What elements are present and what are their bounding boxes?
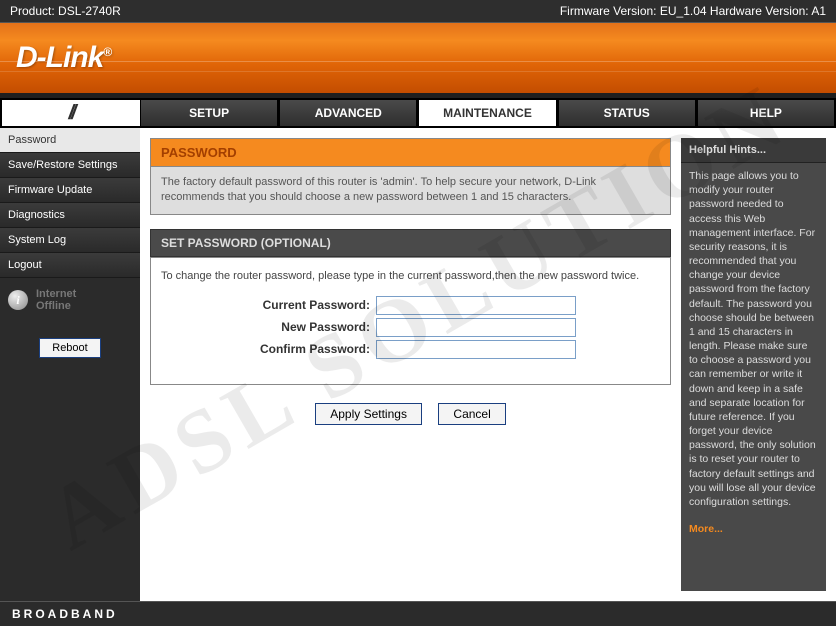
sidebar: Password Save/Restore Settings Firmware … (0, 128, 140, 601)
hints-more-link[interactable]: More... (681, 515, 826, 543)
sidebar-item-save-restore[interactable]: Save/Restore Settings (0, 153, 140, 178)
nav-slash-icon: // (0, 98, 140, 128)
sidebar-item-password[interactable]: Password (0, 128, 140, 153)
tab-status[interactable]: STATUS (558, 98, 697, 128)
hardware-label: Hardware Version: (710, 4, 809, 18)
product-label: Product: (10, 4, 55, 18)
firmware-value: EU_1.04 (660, 4, 707, 18)
sidebar-item-systemlog[interactable]: System Log (0, 228, 140, 253)
status-line1: Internet (36, 288, 76, 300)
version-info: Firmware Version: EU_1.04 Hardware Versi… (560, 4, 826, 18)
brand-text: D-Link (16, 41, 103, 74)
current-password-input[interactable] (376, 296, 576, 315)
banner: D-Link® (0, 23, 836, 93)
registered-mark: ® (103, 45, 111, 59)
tab-help[interactable]: HELP (697, 98, 836, 128)
tab-maintenance[interactable]: MAINTENANCE (418, 98, 557, 128)
internet-status: i Internet Offline (0, 278, 140, 322)
main-nav: // SETUP ADVANCED MAINTENANCE STATUS HEL… (0, 98, 836, 128)
confirm-password-label: Confirm Password: (161, 342, 376, 356)
reboot-button[interactable]: Reboot (39, 338, 100, 358)
page-description: The factory default password of this rou… (150, 166, 671, 215)
page-title: PASSWORD (150, 138, 671, 166)
cancel-button[interactable]: Cancel (438, 403, 505, 425)
tab-advanced[interactable]: ADVANCED (279, 98, 418, 128)
form-instruction: To change the router password, please ty… (161, 270, 660, 282)
button-row: Apply Settings Cancel (150, 385, 671, 443)
confirm-password-input[interactable] (376, 340, 576, 359)
brand-logo: D-Link® (16, 41, 111, 75)
sidebar-item-firmware[interactable]: Firmware Update (0, 178, 140, 203)
new-password-label: New Password: (161, 320, 376, 334)
topbar: Product: DSL-2740R Firmware Version: EU_… (0, 0, 836, 23)
current-password-label: Current Password: (161, 298, 376, 312)
sidebar-item-logout[interactable]: Logout (0, 253, 140, 278)
sidebar-item-diagnostics[interactable]: Diagnostics (0, 203, 140, 228)
content-area: PASSWORD The factory default password of… (140, 128, 836, 601)
product-info: Product: DSL-2740R (10, 4, 121, 18)
firmware-label: Firmware Version: (560, 4, 657, 18)
main-area: Password Save/Restore Settings Firmware … (0, 128, 836, 601)
password-form: To change the router password, please ty… (150, 257, 671, 385)
hardware-value: A1 (811, 4, 826, 18)
hints-panel: Helpful Hints... This page allows you to… (681, 138, 826, 591)
apply-button[interactable]: Apply Settings (315, 403, 422, 425)
product-value: DSL-2740R (58, 4, 121, 18)
section-subheader: SET PASSWORD (OPTIONAL) (150, 229, 671, 257)
tab-setup[interactable]: SETUP (140, 98, 279, 128)
new-password-input[interactable] (376, 318, 576, 337)
hints-body: This page allows you to modify your rout… (681, 163, 826, 515)
footer: BROADBAND (0, 601, 836, 626)
center-column: PASSWORD The factory default password of… (150, 138, 671, 591)
info-icon: i (8, 290, 28, 310)
status-line2: Offline (36, 300, 76, 312)
hints-title: Helpful Hints... (681, 138, 826, 163)
